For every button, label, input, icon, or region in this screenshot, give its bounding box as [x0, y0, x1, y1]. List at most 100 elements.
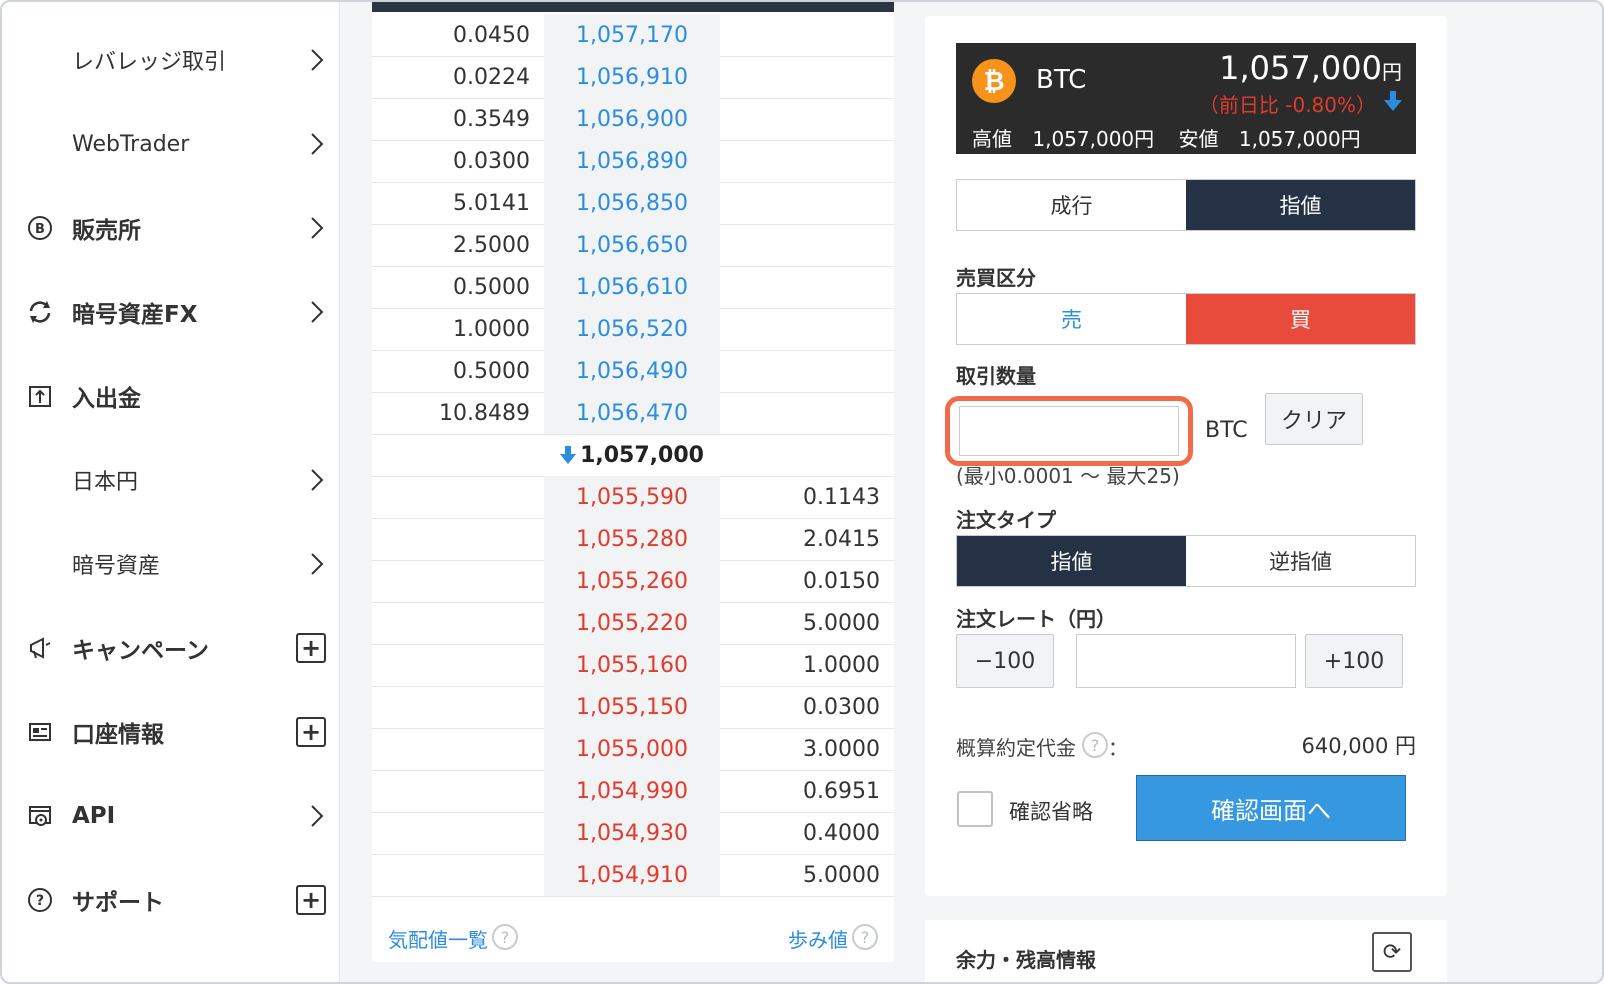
confirm-button[interactable]: 確認画面へ — [1136, 775, 1406, 841]
expand-plus-icon[interactable]: + — [296, 885, 326, 915]
bid-price[interactable]: 1,055,160 — [544, 644, 720, 686]
sidebar-item-webtrader[interactable]: WebTrader — [2, 104, 340, 184]
plus-100-button[interactable]: +100 — [1305, 634, 1403, 688]
sidebar-item-account-info[interactable]: 口座情報 + — [2, 692, 340, 772]
tab-stop-order[interactable]: 逆指値 — [1186, 536, 1415, 586]
high-label: 高値 — [972, 127, 1012, 151]
bitcoin-circle-icon: B — [26, 214, 54, 242]
ask-quantity: 1.0000 — [453, 316, 530, 342]
bid-price[interactable]: 1,055,150 — [544, 686, 720, 728]
expand-plus-icon[interactable]: + — [296, 633, 326, 663]
estimate-value: 640,000 円 — [1301, 734, 1416, 758]
bid-row[interactable]: 1,054,910 5.0000 — [372, 854, 894, 897]
bid-row[interactable]: 1,055,220 5.0000 — [372, 602, 894, 645]
quantity-range: (最小0.0001 〜 最大25) — [956, 464, 1180, 488]
bid-row[interactable]: 1,055,160 1.0000 — [372, 644, 894, 687]
ask-price[interactable]: 1,056,850 — [544, 182, 720, 224]
empty-cell — [720, 392, 894, 434]
refresh-icon[interactable]: ⟳ — [1372, 932, 1412, 972]
sidebar-item-label: 暗号資産FX — [72, 302, 198, 328]
tab-buy[interactable]: 買 — [1186, 294, 1415, 344]
ask-row[interactable]: 0.0300 1,056,890 — [372, 140, 894, 183]
expand-plus-icon[interactable]: + — [296, 717, 326, 747]
help-icon[interactable]: ? — [492, 924, 518, 950]
minus-100-button[interactable]: −100 — [956, 634, 1054, 688]
quotes-list-link-label[interactable]: 気配値一覧 — [388, 928, 488, 952]
ask-row[interactable]: 1.0000 1,056,520 — [372, 308, 894, 351]
ask-price[interactable]: 1,056,610 — [544, 266, 720, 308]
tab-market[interactable]: 成行 — [957, 180, 1186, 230]
skip-confirm-checkbox[interactable] — [957, 791, 993, 827]
ask-row[interactable]: 5.0141 1,056,850 — [372, 182, 894, 225]
empty-cell — [372, 476, 544, 518]
sidebar-item-sales[interactable]: B 販売所 — [2, 188, 340, 268]
empty-cell — [720, 224, 894, 266]
balance-panel: 余力・残高情報 ⟳ — [925, 920, 1447, 982]
ask-price[interactable]: 1,056,910 — [544, 56, 720, 98]
bid-quantity: 0.0300 — [803, 694, 880, 720]
quotes-list-link[interactable]: 気配値一覧? — [388, 924, 518, 953]
sidebar-item-support[interactable]: ? サポート + — [2, 860, 340, 940]
tab-limit[interactable]: 指値 — [1186, 180, 1415, 230]
bid-row[interactable]: 1,054,930 0.4000 — [372, 812, 894, 855]
tab-limit-order[interactable]: 指値 — [957, 536, 1186, 586]
bid-price[interactable]: 1,054,930 — [544, 812, 720, 854]
sidebar-item-api[interactable]: API — [2, 776, 340, 856]
clear-button[interactable]: クリア — [1265, 393, 1363, 445]
ask-row[interactable]: 0.5000 1,056,610 — [372, 266, 894, 309]
sidebar-item-label: サポート — [72, 890, 164, 916]
ticker-price-value: 1,057,000 — [1219, 49, 1382, 87]
bid-row[interactable]: 1,055,260 0.0150 — [372, 560, 894, 603]
ask-price[interactable]: 1,056,650 — [544, 224, 720, 266]
api-gear-icon — [26, 802, 54, 830]
bid-price[interactable]: 1,055,590 — [544, 476, 720, 518]
help-icon[interactable]: ? — [852, 924, 878, 950]
ask-row[interactable]: 0.5000 1,056,490 — [372, 350, 894, 393]
ask-price[interactable]: 1,056,470 — [544, 392, 720, 434]
sidebar-item-jpy[interactable]: 日本円 — [2, 440, 340, 520]
trade-history-link-label[interactable]: 歩み値 — [788, 928, 848, 952]
help-icon[interactable]: ? — [1082, 732, 1108, 758]
bid-row[interactable]: 1,055,590 0.1143 — [372, 476, 894, 519]
ask-price[interactable]: 1,056,520 — [544, 308, 720, 350]
sidebar-item-crypto-assets[interactable]: 暗号資産 — [2, 524, 340, 604]
sidebar-item-label: 販売所 — [72, 218, 141, 244]
ask-row[interactable]: 0.0224 1,056,910 — [372, 56, 894, 99]
mid-price-row: 1,057,000 — [372, 434, 894, 477]
price-ticker: ₿ BTC 1,057,000円 （前日比 -0.80%） 高値 1,057,0… — [956, 43, 1416, 154]
ask-quantity: 2.5000 — [453, 232, 530, 258]
ask-price[interactable]: 1,056,890 — [544, 140, 720, 182]
question-circle-icon: ? — [26, 886, 54, 914]
ask-price[interactable]: 1,056,490 — [544, 350, 720, 392]
rate-label: 注文レート（円） — [956, 607, 1116, 631]
bid-price[interactable]: 1,055,220 — [544, 602, 720, 644]
ask-row[interactable]: 2.5000 1,056,650 — [372, 224, 894, 267]
bid-row[interactable]: 1,055,150 0.0300 — [372, 686, 894, 729]
rate-input[interactable] — [1076, 634, 1296, 688]
ask-row[interactable]: 0.3549 1,056,900 — [372, 98, 894, 141]
low-label: 安値 — [1178, 127, 1219, 151]
sidebar-item-label: API — [72, 803, 116, 829]
bid-price[interactable]: 1,054,910 — [544, 854, 720, 896]
tab-sell[interactable]: 売 — [957, 294, 1186, 344]
bid-price[interactable]: 1,054,990 — [544, 770, 720, 812]
bid-row[interactable]: 1,055,000 3.0000 — [372, 728, 894, 771]
trade-history-link[interactable]: 歩み値? — [788, 924, 878, 953]
bid-row[interactable]: 1,055,280 2.0415 — [372, 518, 894, 561]
sidebar-item-deposit-withdraw[interactable]: 入出金 — [2, 356, 340, 436]
bid-row[interactable]: 1,054,990 0.6951 — [372, 770, 894, 813]
ask-row[interactable]: 0.0450 1,057,170 — [372, 14, 894, 57]
bid-price[interactable]: 1,055,260 — [544, 560, 720, 602]
ask-row[interactable]: 10.8489 1,056,470 — [372, 392, 894, 435]
bid-price[interactable]: 1,055,000 — [544, 728, 720, 770]
sidebar-item-crypto-fx[interactable]: 暗号資産FX — [2, 272, 340, 352]
sidebar-item-leverage[interactable]: レバレッジ取引 — [2, 20, 340, 100]
sidebar-item-campaign[interactable]: キャンペーン + — [2, 608, 340, 688]
ask-price[interactable]: 1,056,900 — [544, 98, 720, 140]
empty-cell — [372, 644, 544, 686]
empty-cell — [372, 434, 544, 476]
empty-cell — [720, 434, 894, 476]
bid-price[interactable]: 1,055,280 — [544, 518, 720, 560]
ask-price[interactable]: 1,057,170 — [544, 14, 720, 56]
ticker-price: 1,057,000円 — [1219, 49, 1402, 87]
